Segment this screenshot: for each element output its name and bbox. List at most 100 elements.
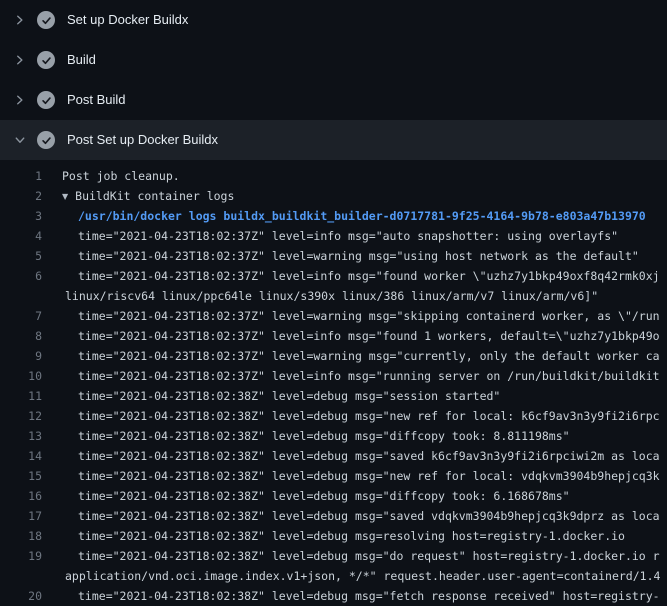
step-label: Set up Docker Buildx <box>67 0 188 40</box>
log-line: 17 time="2021-04-23T18:02:38Z" level=deb… <box>0 506 667 526</box>
group-toggle-icon[interactable]: ▼ <box>62 187 68 206</box>
log-text-body: time="2021-04-23T18:02:38Z" level=debug … <box>78 529 625 543</box>
log-text: time="2021-04-23T18:02:37Z" level=info m… <box>62 326 660 346</box>
line-number[interactable]: 4 <box>0 226 42 246</box>
chevron-down-icon[interactable] <box>12 132 28 148</box>
log-area: 1 Post job cleanup. 2 ▼ BuildKit containe… <box>0 160 667 606</box>
log-text: time="2021-04-23T18:02:37Z" level=warnin… <box>62 346 660 366</box>
line-number[interactable]: 7 <box>0 306 42 326</box>
log-text-body: time="2021-04-23T18:02:37Z" level=warnin… <box>78 349 660 363</box>
log-text-body: time="2021-04-23T18:02:38Z" level=debug … <box>78 389 500 403</box>
line-number[interactable]: 11 <box>0 386 42 406</box>
log-text-body: time="2021-04-23T18:02:37Z" level=info m… <box>78 329 660 343</box>
log-line: 11 time="2021-04-23T18:02:38Z" level=deb… <box>0 386 667 406</box>
step-label: Post Set up Docker Buildx <box>67 120 218 160</box>
log-line: 19 time="2021-04-23T18:02:38Z" level=deb… <box>0 546 667 566</box>
log-text: time="2021-04-23T18:02:38Z" level=debug … <box>62 386 500 406</box>
line-number[interactable]: 12 <box>0 406 42 426</box>
log-text: time="2021-04-23T18:02:37Z" level=warnin… <box>62 306 660 326</box>
steps-list: Set up Docker Buildx Build Post Build <box>0 0 667 160</box>
log-line: 15 time="2021-04-23T18:02:38Z" level=deb… <box>0 466 667 486</box>
log-text: time="2021-04-23T18:02:38Z" level=debug … <box>62 486 570 506</box>
line-number[interactable]: 14 <box>0 446 42 466</box>
log-text: time="2021-04-23T18:02:38Z" level=debug … <box>62 426 570 446</box>
line-number[interactable]: 17 <box>0 506 42 526</box>
log-text-body: time="2021-04-23T18:02:38Z" level=debug … <box>78 589 660 603</box>
line-number[interactable]: 20 <box>0 586 42 606</box>
line-number[interactable]: 16 <box>0 486 42 506</box>
line-number[interactable]: 1 <box>0 166 42 186</box>
log-text-body: time="2021-04-23T18:02:38Z" level=debug … <box>78 409 660 423</box>
log-text-body: time="2021-04-23T18:02:37Z" level=info m… <box>78 229 618 243</box>
line-number[interactable]: 3 <box>0 206 42 226</box>
line-number[interactable]: 5 <box>0 246 42 266</box>
check-circle-icon <box>37 51 55 69</box>
step-row[interactable]: Build <box>0 40 667 80</box>
log-line: 3 /usr/bin/docker logs buildx_buildkit_b… <box>0 206 667 226</box>
log-text-body: /usr/bin/docker logs buildx_buildkit_bui… <box>78 209 646 223</box>
log-text-body: application/vnd.oci.image.index.v1+json,… <box>65 569 660 583</box>
log-line: 2 ▼ BuildKit container logs <box>0 186 667 206</box>
log-text: linux/riscv64 linux/ppc64le linux/s390x … <box>62 286 598 306</box>
line-number[interactable]: 18 <box>0 526 42 546</box>
log-text: time="2021-04-23T18:02:38Z" level=debug … <box>62 546 660 566</box>
log-line: 5 time="2021-04-23T18:02:37Z" level=warn… <box>0 246 667 266</box>
log-text: time="2021-04-23T18:02:37Z" level=info m… <box>62 226 618 246</box>
line-number[interactable]: 8 <box>0 326 42 346</box>
log-line: 16 time="2021-04-23T18:02:38Z" level=deb… <box>0 486 667 506</box>
log-text-body: BuildKit container logs <box>75 189 234 203</box>
log-text-body: time="2021-04-23T18:02:37Z" level=info m… <box>78 369 660 383</box>
step-row[interactable]: Set up Docker Buildx <box>0 0 667 40</box>
chevron-right-icon[interactable] <box>12 12 28 28</box>
log-text: time="2021-04-23T18:02:37Z" level=warnin… <box>62 246 639 266</box>
log-text: time="2021-04-23T18:02:38Z" level=debug … <box>62 506 660 526</box>
log-text: time="2021-04-23T18:02:37Z" level=info m… <box>62 366 660 386</box>
chevron-right-icon[interactable] <box>12 52 28 68</box>
log-text: time="2021-04-23T18:02:38Z" level=debug … <box>62 586 660 606</box>
check-circle-icon <box>37 131 55 149</box>
log-line: 10 time="2021-04-23T18:02:37Z" level=inf… <box>0 366 667 386</box>
log-line: 7 time="2021-04-23T18:02:37Z" level=warn… <box>0 306 667 326</box>
step-label: Post Build <box>67 80 126 120</box>
line-number[interactable]: 15 <box>0 466 42 486</box>
log-text-body: time="2021-04-23T18:02:38Z" level=debug … <box>78 429 570 443</box>
chevron-right-icon[interactable] <box>12 92 28 108</box>
line-number[interactable]: 19 <box>0 546 42 566</box>
step-row[interactable]: Post Set up Docker Buildx <box>0 120 667 160</box>
log-line: 1 Post job cleanup. <box>0 166 667 186</box>
log-text-body: Post job cleanup. <box>62 169 180 183</box>
log-line: 20 time="2021-04-23T18:02:38Z" level=deb… <box>0 586 667 606</box>
log-text-body: linux/riscv64 linux/ppc64le linux/s390x … <box>65 289 598 303</box>
log-text-body: time="2021-04-23T18:02:37Z" level=warnin… <box>78 309 660 323</box>
log-text-body: time="2021-04-23T18:02:38Z" level=debug … <box>78 509 660 523</box>
log-text-body: time="2021-04-23T18:02:38Z" level=debug … <box>78 549 660 563</box>
log-text: time="2021-04-23T18:02:38Z" level=debug … <box>62 446 660 466</box>
line-number[interactable]: 13 <box>0 426 42 446</box>
line-number[interactable]: 9 <box>0 346 42 366</box>
log-line: 18 time="2021-04-23T18:02:38Z" level=deb… <box>0 526 667 546</box>
log-line: linux/riscv64 linux/ppc64le linux/s390x … <box>0 286 667 306</box>
step-label: Build <box>67 40 96 80</box>
line-number[interactable]: 2 <box>0 186 42 206</box>
step-row[interactable]: Post Build <box>0 80 667 120</box>
actions-log-viewer: { "steps": [ {"label": "Set up Docker Bu… <box>0 0 667 600</box>
log-text: Post job cleanup. <box>62 166 180 186</box>
log-line: 14 time="2021-04-23T18:02:38Z" level=deb… <box>0 446 667 466</box>
line-number[interactable]: 6 <box>0 266 42 286</box>
check-circle-icon <box>37 91 55 109</box>
log-text: time="2021-04-23T18:02:37Z" level=info m… <box>62 266 660 286</box>
line-number[interactable] <box>0 566 42 586</box>
line-number[interactable] <box>0 286 42 306</box>
log-text: application/vnd.oci.image.index.v1+json,… <box>62 566 660 586</box>
log-text-body: time="2021-04-23T18:02:38Z" level=debug … <box>78 489 570 503</box>
check-circle-icon <box>37 11 55 29</box>
log-text: /usr/bin/docker logs buildx_buildkit_bui… <box>62 206 646 226</box>
log-line: application/vnd.oci.image.index.v1+json,… <box>0 566 667 586</box>
log-text-body: time="2021-04-23T18:02:37Z" level=info m… <box>78 269 660 283</box>
log-line: 12 time="2021-04-23T18:02:38Z" level=deb… <box>0 406 667 426</box>
log-text: time="2021-04-23T18:02:38Z" level=debug … <box>62 406 660 426</box>
log-line: 9 time="2021-04-23T18:02:37Z" level=warn… <box>0 346 667 366</box>
log-text: ▼ BuildKit container logs <box>62 186 234 206</box>
log-text-body: time="2021-04-23T18:02:37Z" level=warnin… <box>78 249 639 263</box>
line-number[interactable]: 10 <box>0 366 42 386</box>
